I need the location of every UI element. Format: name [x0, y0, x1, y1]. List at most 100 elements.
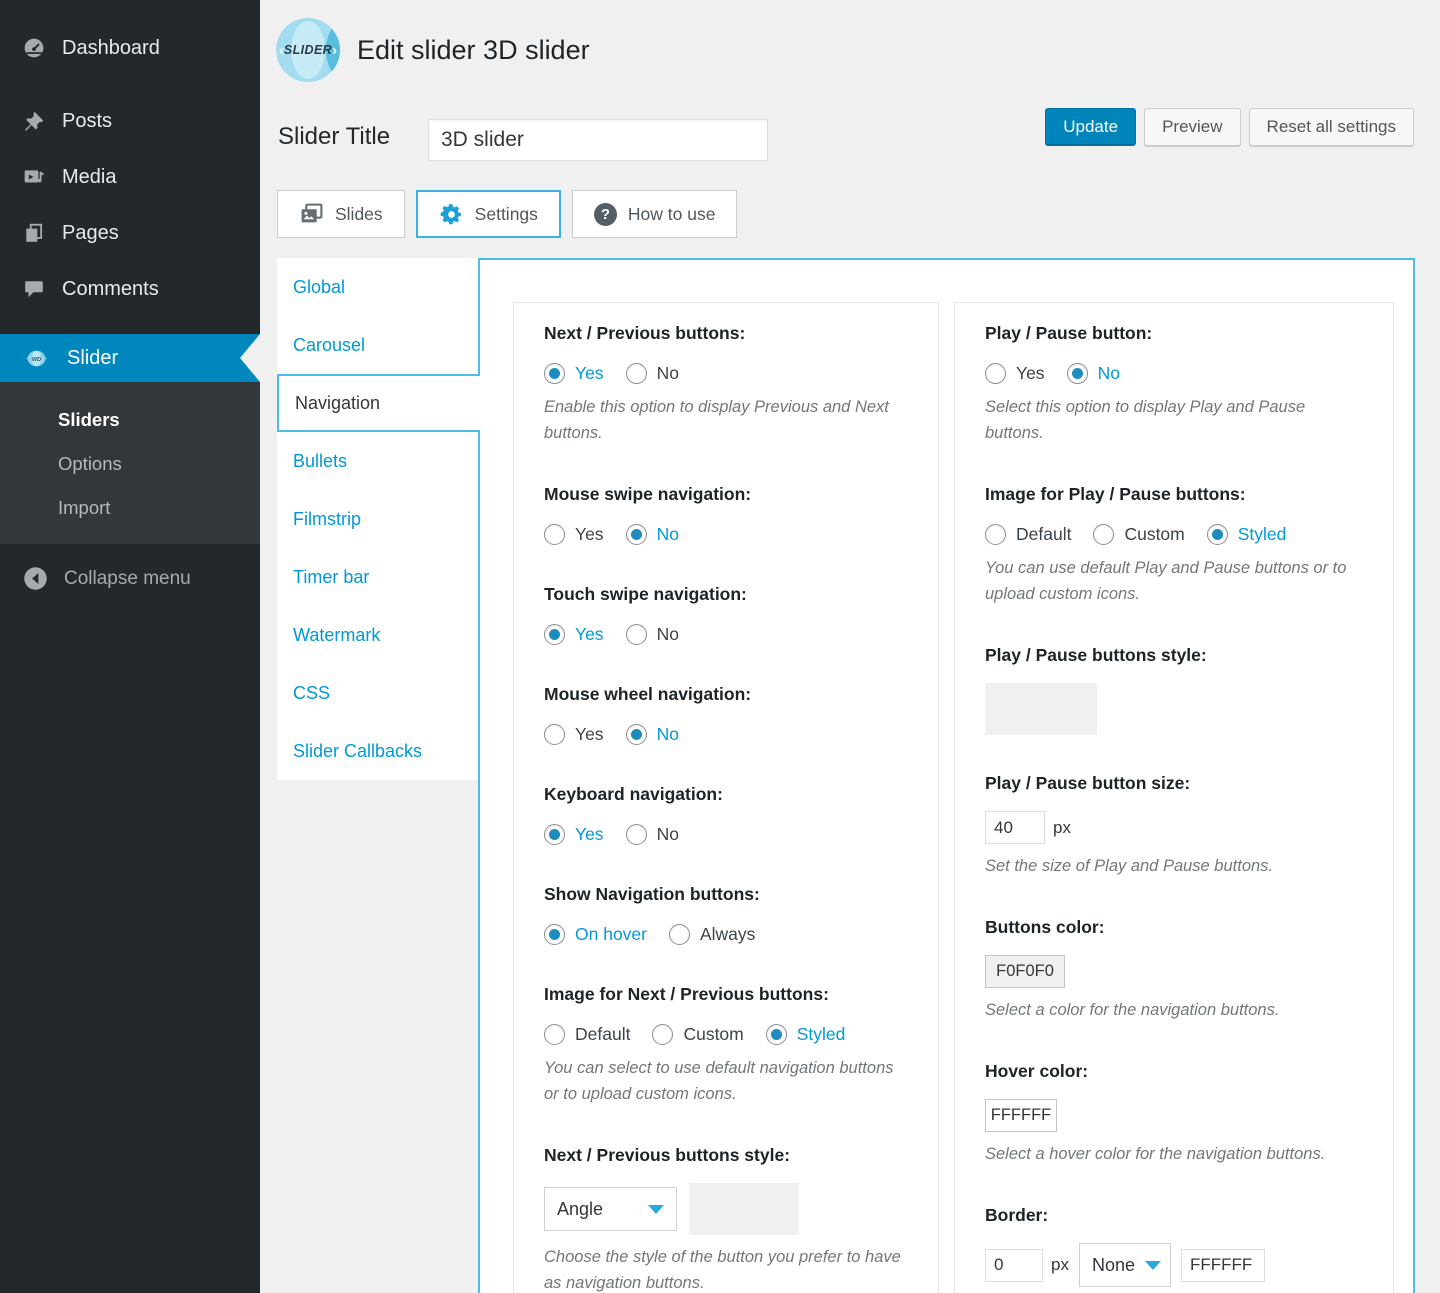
- tab-slides[interactable]: Slides: [277, 190, 405, 238]
- touch-swipe-navigation-no-radio[interactable]: [626, 624, 647, 645]
- header-actions: Update Preview Reset all settings: [1045, 108, 1414, 146]
- settings-nav-slider-callbacks[interactable]: Slider Callbacks: [277, 722, 478, 780]
- setting-section-play-pause-buttons-style: Play / Pause buttons style:: [985, 645, 1363, 735]
- submenu-item-sliders[interactable]: Sliders: [0, 398, 260, 442]
- setting-section-touch-swipe-navigation: Touch swipe navigation:YesNo: [544, 584, 908, 646]
- buttons-color-swatch[interactable]: F0F0F0: [985, 955, 1065, 988]
- touch-swipe-navigation-yes-radio[interactable]: [544, 624, 565, 645]
- chevron-down-icon: [648, 1205, 664, 1214]
- main-tabs: SlidesSettings?How to use: [277, 190, 737, 238]
- setting-section-keyboard-navigation: Keyboard navigation:YesNo: [544, 784, 908, 846]
- radio-label-yes[interactable]: Yes: [575, 363, 604, 384]
- image-next-prev-buttons-default-radio[interactable]: [544, 1024, 565, 1045]
- setting-section-image-for-next-previous-buttons: Image for Next / Previous buttons:Defaul…: [544, 984, 908, 1107]
- help-text: Choose the style of the button you prefe…: [544, 1244, 908, 1293]
- radio-label-custom[interactable]: Custom: [1124, 524, 1184, 545]
- border-type-select[interactable]: None: [1079, 1243, 1171, 1287]
- nav-style-select[interactable]: Angle: [544, 1187, 677, 1231]
- help-text: Enable this option to display Previous a…: [544, 394, 908, 446]
- border-color-input[interactable]: [1181, 1249, 1265, 1282]
- radio-label-yes[interactable]: Yes: [1016, 363, 1045, 384]
- mouse-wheel-navigation-yes-radio[interactable]: [544, 724, 565, 745]
- radio-label-yes[interactable]: Yes: [575, 524, 604, 545]
- tab-settings[interactable]: Settings: [416, 190, 561, 238]
- show-navigation-buttons-always-radio[interactable]: [669, 924, 690, 945]
- border-width-input[interactable]: [985, 1249, 1043, 1282]
- sidebar-item-comments[interactable]: Comments: [0, 261, 260, 317]
- sidebar-item-dashboard[interactable]: Dashboard: [0, 20, 260, 76]
- help-text: Set the size of Play and Pause buttons.: [985, 853, 1363, 879]
- sidebar-item-pages[interactable]: Pages: [0, 205, 260, 261]
- show-navigation-buttons-on-hover-radio[interactable]: [544, 924, 565, 945]
- unit-label: px: [1053, 818, 1071, 838]
- tab-how-to-use[interactable]: ?How to use: [572, 190, 738, 238]
- controls-row: [985, 683, 1363, 735]
- reset-all-settings-button[interactable]: Reset all settings: [1249, 108, 1414, 146]
- image-play-pause-buttons-styled-radio[interactable]: [1207, 524, 1228, 545]
- radio-label-on-hover[interactable]: On hover: [575, 924, 647, 945]
- radio-label-yes[interactable]: Yes: [575, 824, 604, 845]
- radio-group-image-play-pause-buttons: Default Custom Styled: [985, 522, 1363, 546]
- preview-button[interactable]: Preview: [1144, 108, 1240, 146]
- submenu-item-import[interactable]: Import: [0, 486, 260, 530]
- nav-style-preview: [689, 1183, 799, 1235]
- image-play-pause-buttons-default-radio[interactable]: [985, 524, 1006, 545]
- setting-section-mouse-swipe-navigation: Mouse swipe navigation:YesNo: [544, 484, 908, 546]
- pages-icon: [23, 222, 45, 244]
- radio-label-custom[interactable]: Custom: [683, 1024, 743, 1045]
- image-next-prev-buttons-custom-radio[interactable]: [652, 1024, 673, 1045]
- image-play-pause-buttons-custom-radio[interactable]: [1093, 524, 1114, 545]
- settings-nav-carousel[interactable]: Carousel: [277, 316, 478, 374]
- radio-label-always[interactable]: Always: [700, 924, 755, 945]
- slider-logo-icon: WD: [23, 350, 50, 367]
- radio-label-no[interactable]: No: [657, 363, 679, 384]
- settings-nav-timer-bar[interactable]: Timer bar: [277, 548, 478, 606]
- settings-nav-bullets[interactable]: Bullets: [277, 432, 478, 490]
- svg-text:WD: WD: [32, 356, 41, 362]
- settings-nav-navigation[interactable]: Navigation: [277, 374, 480, 432]
- keyboard-navigation-yes-radio[interactable]: [544, 824, 565, 845]
- radio-label-no[interactable]: No: [657, 824, 679, 845]
- collapse-arrow-icon: [23, 566, 48, 591]
- sidebar-item-media[interactable]: Media: [0, 149, 260, 205]
- sidebar-item-posts[interactable]: Posts: [0, 93, 260, 149]
- radio-label-no[interactable]: No: [657, 724, 679, 745]
- radio-label-styled[interactable]: Styled: [797, 1024, 846, 1045]
- update-button[interactable]: Update: [1045, 108, 1136, 146]
- image-next-prev-buttons-styled-radio[interactable]: [766, 1024, 787, 1045]
- settings-nav-css[interactable]: CSS: [277, 664, 478, 722]
- setting-heading: Play / Pause buttons style:: [985, 645, 1363, 666]
- radio-label-no[interactable]: No: [657, 624, 679, 645]
- radio-label-styled[interactable]: Styled: [1238, 524, 1287, 545]
- hover-color-swatch[interactable]: FFFFFF: [985, 1099, 1057, 1132]
- menu-separator: [0, 317, 260, 334]
- collapse-menu-button[interactable]: Collapse menu: [0, 544, 260, 591]
- mouse-swipe-navigation-no-radio[interactable]: [626, 524, 647, 545]
- help-text: Select a color for the navigation button…: [985, 997, 1363, 1023]
- radio-label-yes[interactable]: Yes: [575, 624, 604, 645]
- radio-label-default[interactable]: Default: [575, 1024, 630, 1045]
- gear-icon: [439, 202, 464, 227]
- mouse-swipe-navigation-yes-radio[interactable]: [544, 524, 565, 545]
- settings-nav-watermark[interactable]: Watermark: [277, 606, 478, 664]
- select-value: None: [1092, 1255, 1135, 1276]
- keyboard-navigation-no-radio[interactable]: [626, 824, 647, 845]
- radio-label-no[interactable]: No: [1098, 363, 1120, 384]
- radio-label-yes[interactable]: Yes: [575, 724, 604, 745]
- play-pause-button-yes-radio[interactable]: [985, 363, 1006, 384]
- setting-section-border: Border:pxNoneSelect the type, size and t…: [985, 1205, 1363, 1293]
- next-prev-buttons-no-radio[interactable]: [626, 363, 647, 384]
- settings-nav-global[interactable]: Global: [277, 258, 478, 316]
- radio-label-no[interactable]: No: [657, 524, 679, 545]
- slider-title-input[interactable]: [428, 119, 768, 161]
- submenu-item-options[interactable]: Options: [0, 442, 260, 486]
- play-pause-size-input[interactable]: [985, 811, 1045, 844]
- settings-nav-filmstrip[interactable]: Filmstrip: [277, 490, 478, 548]
- mouse-wheel-navigation-no-radio[interactable]: [626, 724, 647, 745]
- sidebar-item-slider[interactable]: WDSlider: [0, 334, 260, 382]
- play-pause-button-no-radio[interactable]: [1067, 363, 1088, 384]
- controls-row: pxNone: [985, 1243, 1363, 1287]
- next-prev-buttons-yes-radio[interactable]: [544, 363, 565, 384]
- setting-section-buttons-color: Buttons color:F0F0F0Select a color for t…: [985, 917, 1363, 1023]
- radio-label-default[interactable]: Default: [1016, 524, 1071, 545]
